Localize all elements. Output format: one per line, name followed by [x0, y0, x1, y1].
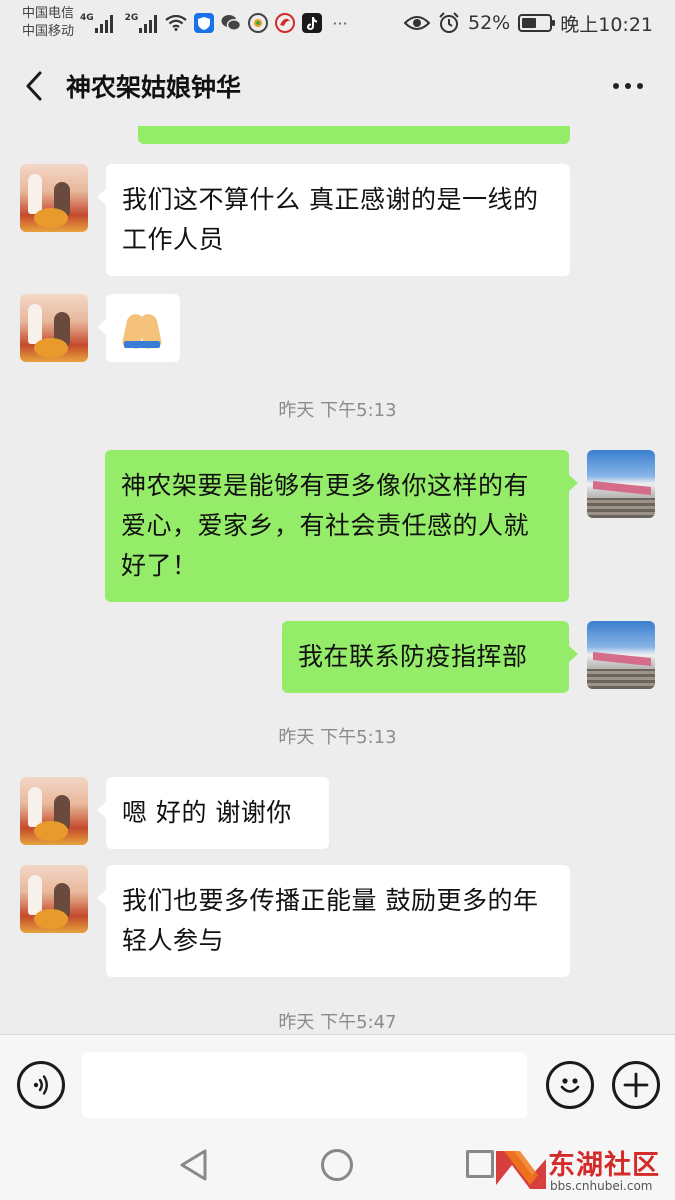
message-text: 神农架要是能够有更多像你这样的有爱心，爱家乡，有社会责任感的人就好了！ [121, 471, 530, 580]
phoenix-news-icon [275, 13, 296, 33]
contact-avatar[interactable] [20, 865, 88, 933]
folded-hands-emoji [121, 310, 163, 350]
input-bar [0, 1034, 675, 1134]
message-text: 我们也要多传播正能量 鼓励更多的年轻人参与 [122, 886, 539, 955]
message-bubble[interactable] [97, 294, 180, 362]
more-functions-button[interactable] [612, 1060, 660, 1109]
battery-percent: 52% [468, 12, 511, 34]
message-row: 嗯 好的 谢谢你 [20, 777, 329, 849]
smiley-icon [560, 1077, 580, 1093]
alarm-icon [439, 12, 459, 33]
network-2: 2G [125, 13, 164, 33]
nav-home-icon[interactable] [321, 1149, 353, 1181]
emoji-button[interactable] [546, 1060, 594, 1109]
network-2-label: 2G [124, 13, 139, 23]
voice-icon [33, 1074, 48, 1095]
gallery-app-icon [248, 13, 269, 33]
eye-comfort-icon [404, 16, 430, 30]
signal-1-icon [94, 15, 113, 33]
contact-avatar[interactable] [20, 777, 88, 845]
message-row: 我们这不算什么 真正感谢的是一线的工作人员 [20, 164, 570, 276]
network-1-label: 4G [80, 13, 94, 23]
contact-avatar[interactable] [20, 164, 88, 232]
more-dot-icon [613, 83, 619, 89]
signal-2-icon [139, 15, 158, 33]
site-watermark: 东湖社区 bbs.cnhubei.com [494, 1143, 675, 1200]
message-row [20, 294, 180, 362]
voice-input-button[interactable] [17, 1060, 65, 1109]
timestamp: 昨天 下午5:13 [278, 727, 397, 748]
chat-title: 神农架姑娘钟华 [66, 73, 242, 102]
battery-icon [518, 14, 556, 32]
wechat-icon [221, 13, 242, 33]
nav-recent-apps-icon[interactable] [466, 1150, 494, 1178]
message-text: 我们这不算什么 真正感谢的是一线的工作人员 [122, 185, 539, 254]
message-bubble[interactable]: 我在联系防疫指挥部 [282, 621, 578, 693]
message-list[interactable]: 我们这不算什么 真正感谢的是一线的工作人员 昨天 下午5:13 神农架要是能够有… [0, 126, 675, 1034]
more-notifications-icon: ··· [332, 13, 348, 33]
message-input[interactable] [82, 1051, 527, 1118]
shield-app-icon [194, 13, 215, 33]
message-row: 我在联系防疫指挥部 [282, 621, 655, 693]
message-text: 嗯 好的 谢谢你 [122, 798, 292, 827]
timestamp: 昨天 下午5:13 [278, 400, 397, 421]
nav-back-icon[interactable] [178, 1148, 210, 1182]
message-bubble[interactable]: 我们这不算什么 真正感谢的是一线的工作人员 [97, 164, 570, 276]
carrier-2: 中国移动 [22, 24, 75, 39]
more-dot-icon [637, 83, 643, 89]
more-options-button[interactable] [603, 61, 653, 111]
message-bubble-partial [138, 126, 570, 144]
more-dot-icon [625, 83, 631, 89]
plus-icon [623, 1072, 649, 1097]
message-row: 我们也要多传播正能量 鼓励更多的年轻人参与 [20, 865, 570, 977]
clock: 晚上10:21 [560, 13, 653, 36]
cnhubei-logo-icon [496, 1151, 546, 1189]
message-bubble[interactable]: 我们也要多传播正能量 鼓励更多的年轻人参与 [97, 865, 570, 977]
carrier-info: 中国电信 中国移动 [22, 5, 74, 41]
watermark-url: bbs.cnhubei.com [550, 1179, 653, 1193]
status-bar: 中国电信 中国移动 4G 2G ··· 52% 晚上10:21 [0, 0, 675, 46]
message-bubble[interactable]: 神农架要是能够有更多像你这样的有爱心，爱家乡，有社会责任感的人就好了！ [105, 450, 578, 602]
status-right: 52% 晚上10:21 [404, 10, 653, 37]
chevron-left-icon [26, 71, 42, 101]
timestamp: 昨天 下午5:47 [278, 1012, 397, 1033]
tiktok-icon [302, 13, 323, 33]
self-avatar[interactable] [587, 450, 655, 518]
message-bubble[interactable]: 嗯 好的 谢谢你 [97, 777, 329, 849]
message-row: 神农架要是能够有更多像你这样的有爱心，爱家乡，有社会责任感的人就好了！ [105, 450, 655, 602]
contact-avatar[interactable] [20, 294, 88, 362]
self-avatar[interactable] [587, 621, 655, 689]
watermark-brand: 东湖社区 [548, 1150, 660, 1181]
carrier-1: 中国电信 [22, 6, 75, 21]
battery-fill [522, 18, 536, 28]
back-button[interactable] [4, 56, 64, 116]
wifi-icon [165, 15, 188, 31]
network-1: 4G [80, 13, 119, 33]
chat-header: 神农架姑娘钟华 [0, 46, 675, 126]
message-text: 我在联系防疫指挥部 [298, 642, 528, 671]
